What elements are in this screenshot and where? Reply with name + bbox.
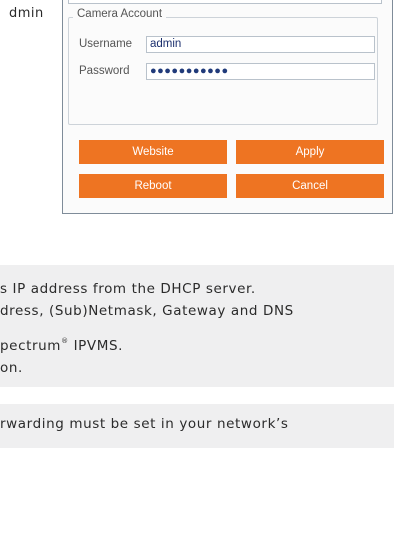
reboot-button[interactable]: Reboot [79,174,227,198]
note-line-on: on. [0,360,23,376]
camera-account-legend: Camera Account [73,8,167,20]
username-input[interactable]: admin [146,36,375,53]
username-label: Username [79,38,133,50]
note-line-forwarding: rwarding must be set in your network’s [0,416,289,432]
forwarding-note-box: rwarding must be set in your network’s [0,404,394,448]
password-input[interactable]: ●●●●●●●●●●● [146,63,375,80]
note-ipvms-prefix: pectrum [0,338,62,354]
cancel-button[interactable]: Cancel [236,174,384,198]
password-label: Password [79,65,130,77]
apply-button[interactable]: Apply [236,140,384,164]
previous-input-field[interactable] [68,0,382,4]
note-line-ipvms: pectrum® IPVMS. [0,337,124,354]
registered-mark: ® [61,337,69,345]
note-line-address: dress, (Sub)Netmask, Gateway and DNS [0,303,294,319]
note-line-dhcp: s IP address from the DHCP server. [0,281,256,297]
note-ipvms-suffix: IPVMS. [68,338,124,354]
notes-box: s IP address from the DHCP server. dress… [0,265,394,387]
top-text-fragment: dmin [9,6,44,21]
camera-settings-panel: Camera Account Username admin Password ●… [62,0,393,214]
website-button[interactable]: Website [79,140,227,164]
